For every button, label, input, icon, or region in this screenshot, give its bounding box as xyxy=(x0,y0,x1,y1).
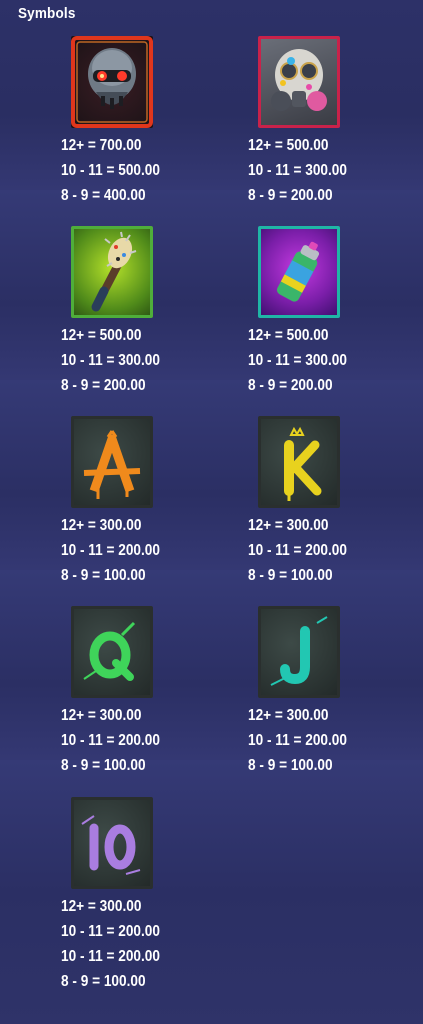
payout-10-11: 10 - 11 = 300.00 xyxy=(248,352,347,369)
payout-8-9: 8 - 9 = 400.00 xyxy=(61,187,146,204)
payout-8-9: 8 - 9 = 100.00 xyxy=(61,973,146,990)
payout-12-plus: 12+ = 700.00 xyxy=(61,137,142,154)
spiked-bat-icon xyxy=(71,226,153,318)
payout-8-9: 8 - 9 = 100.00 xyxy=(61,567,146,584)
payout-10-11: 10 - 11 = 200.00 xyxy=(61,948,160,965)
payout-list: 12+ = 500.00 10 - 11 = 300.00 8 - 9 = 20… xyxy=(248,133,360,208)
payout-12-plus: 12+ = 300.00 xyxy=(61,707,142,724)
payout-list: 12+ = 300.00 10 - 11 = 200.00 8 - 9 = 10… xyxy=(248,513,360,588)
payout-list: 12+ = 300.00 10 - 11 = 200.00 8 - 9 = 10… xyxy=(61,703,173,778)
payout-12-plus: 12+ = 300.00 xyxy=(248,517,329,534)
payout-10-11: 10 - 11 = 200.00 xyxy=(61,923,160,940)
payout-list: 12+ = 300.00 10 - 11 = 200.00 8 - 9 = 10… xyxy=(61,513,173,588)
payout-8-9: 8 - 9 = 100.00 xyxy=(248,567,333,584)
gas-mask-icon xyxy=(258,36,340,128)
page-title: Symbols xyxy=(18,5,76,22)
letter-q-icon xyxy=(71,606,153,698)
payout-12-plus: 12+ = 500.00 xyxy=(248,327,329,344)
payout-10-11: 10 - 11 = 300.00 xyxy=(61,352,160,369)
robot-skull-icon xyxy=(71,36,153,128)
payout-10-11: 10 - 11 = 200.00 xyxy=(61,732,160,749)
payout-list: 12+ = 300.00 10 - 11 = 200.00 10 - 11 = … xyxy=(61,894,173,994)
payout-12-plus: 12+ = 500.00 xyxy=(61,327,142,344)
payout-list: 12+ = 500.00 10 - 11 = 300.00 8 - 9 = 20… xyxy=(61,323,173,398)
payout-12-plus: 12+ = 300.00 xyxy=(61,898,142,915)
payout-10-11: 10 - 11 = 200.00 xyxy=(248,542,347,559)
payout-list: 12+ = 300.00 10 - 11 = 200.00 8 - 9 = 10… xyxy=(248,703,360,778)
letter-j-icon xyxy=(258,606,340,698)
payout-8-9: 8 - 9 = 200.00 xyxy=(248,187,333,204)
payout-8-9: 8 - 9 = 100.00 xyxy=(61,757,146,774)
payout-10-11: 10 - 11 = 200.00 xyxy=(61,542,160,559)
payout-8-9: 8 - 9 = 100.00 xyxy=(248,757,333,774)
payout-10-11: 10 - 11 = 200.00 xyxy=(248,732,347,749)
spray-can-icon xyxy=(258,226,340,318)
payout-8-9: 8 - 9 = 200.00 xyxy=(61,377,146,394)
payout-list: 12+ = 500.00 10 - 11 = 300.00 8 - 9 = 20… xyxy=(248,323,360,398)
payout-list: 12+ = 700.00 10 - 11 = 500.00 8 - 9 = 40… xyxy=(61,133,173,208)
number-ten-icon xyxy=(71,797,153,889)
letter-a-icon xyxy=(71,416,153,508)
payout-10-11: 10 - 11 = 500.00 xyxy=(61,162,160,179)
letter-k-icon xyxy=(258,416,340,508)
payout-10-11: 10 - 11 = 300.00 xyxy=(248,162,347,179)
payout-12-plus: 12+ = 300.00 xyxy=(248,707,329,724)
payout-12-plus: 12+ = 300.00 xyxy=(61,517,142,534)
payout-8-9: 8 - 9 = 200.00 xyxy=(248,377,333,394)
payout-12-plus: 12+ = 500.00 xyxy=(248,137,329,154)
